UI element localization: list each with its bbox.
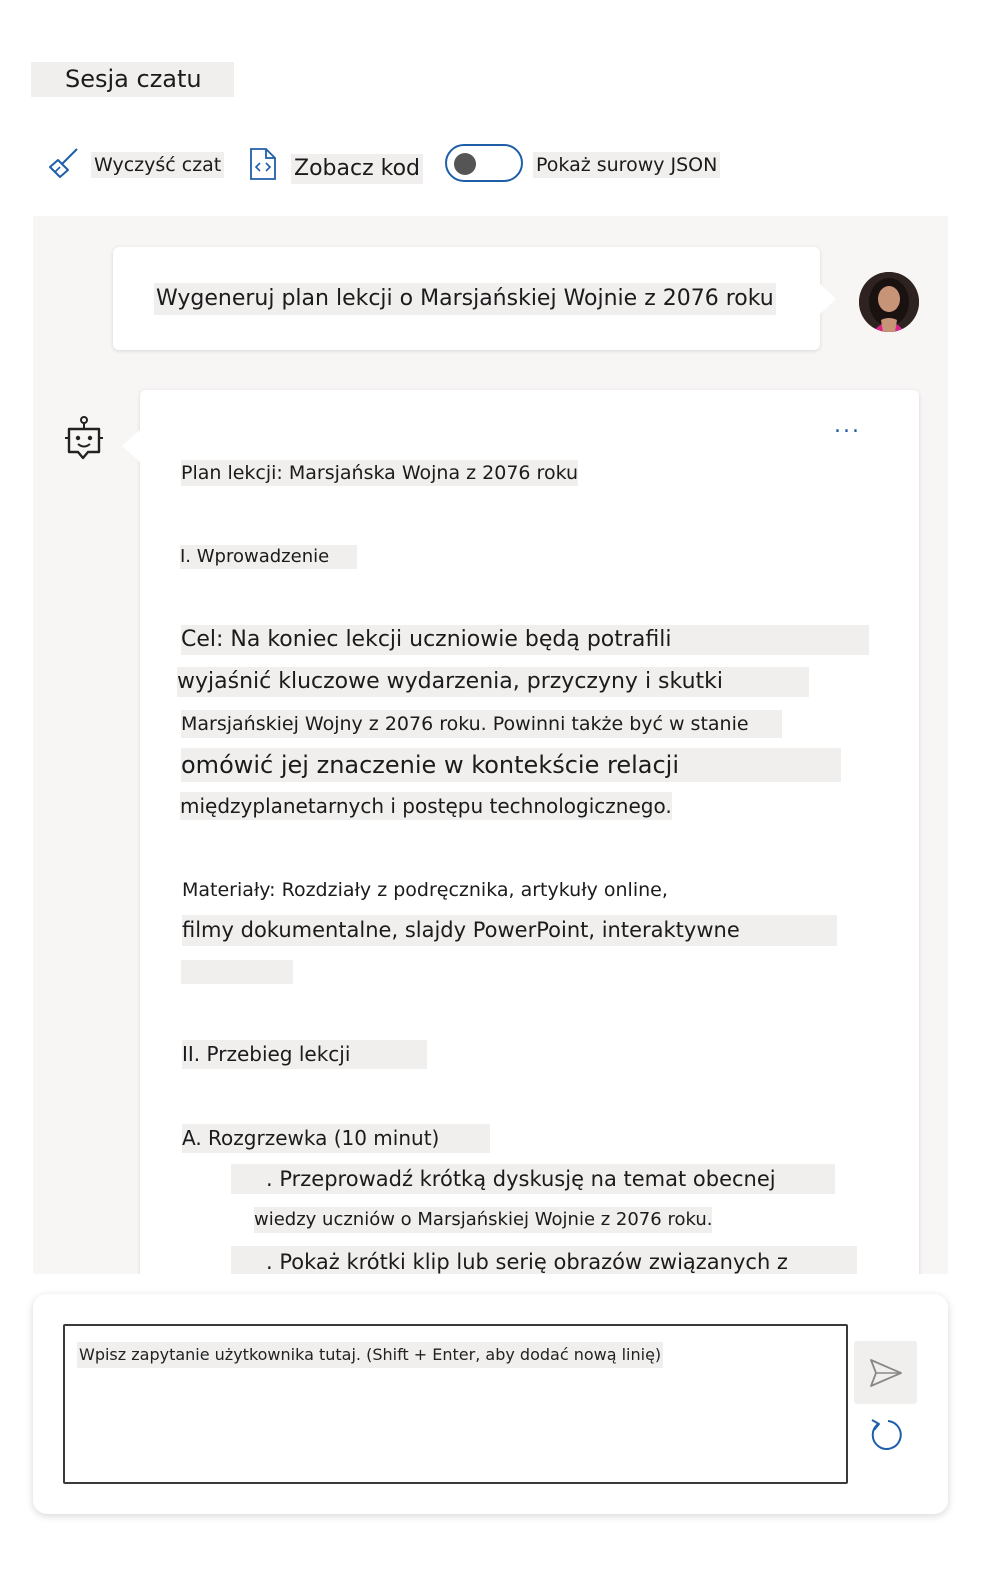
prompt-input[interactable]: Wpisz zapytanie użytkownika tutaj. (Shif… [63, 1324, 848, 1484]
text-line: wyjaśnić kluczowe wydarzenia, przyczyny … [177, 667, 809, 697]
bot-icon [61, 414, 107, 470]
text-line: filmy dokumentalne, slajdy PowerPoint, i… [182, 915, 837, 946]
toggle-knob [454, 153, 476, 175]
clear-chat-button[interactable]: Wyczyść czat [91, 152, 225, 178]
reset-button[interactable] [866, 1415, 906, 1455]
input-panel: Wpisz zapytanie użytkownika tutaj. (Shif… [33, 1294, 948, 1514]
send-icon [869, 1358, 903, 1392]
illegible-text-block [181, 960, 293, 984]
text-line: międzyplanetarnych i postępu technologic… [180, 792, 672, 820]
text-line: wiedzy uczniów o Marsjańskiej Wojnie z 2… [254, 1207, 713, 1233]
assistant-message-bubble: ... Plan lekcji: Marsjańska Wojna z 2076… [122, 390, 919, 1274]
broom-icon[interactable] [46, 146, 82, 186]
raw-json-toggle[interactable] [445, 144, 523, 182]
section-heading: II. Przebieg lekcji [182, 1040, 427, 1069]
raw-json-label: Pokaż surowy JSON [533, 152, 721, 178]
subsection-heading: A. Rozgrzewka (10 minut) [182, 1124, 490, 1153]
text-line: . Przeprowadź krótką dyskusję na temat o… [231, 1164, 835, 1194]
user-message-bubble: Wygeneruj plan lekcji o Marsjańskiej Woj… [113, 247, 836, 350]
text-line: Cel: Na koniec lekcji uczniowie będą pot… [181, 625, 869, 655]
view-code-button[interactable]: Zobacz kod [291, 154, 423, 184]
user-avatar [859, 272, 919, 332]
more-options-button[interactable]: ... [834, 415, 861, 437]
text-line: Materiały: Rozdziały z podręcznika, arty… [182, 879, 668, 901]
prompt-placeholder: Wpisz zapytanie użytkownika tutaj. (Shif… [77, 1342, 664, 1368]
text-line: . Pokaż krótki klip lub serię obrazów zw… [231, 1246, 857, 1274]
user-message-text: Wygeneruj plan lekcji o Marsjańskiej Woj… [154, 283, 776, 315]
refresh-icon [866, 1419, 906, 1459]
text-line: omówić jej znaczenie w kontekście relacj… [181, 748, 841, 782]
code-file-icon[interactable] [248, 147, 278, 185]
text-line: Marsjańskiej Wojny z 2076 roku. Powinni … [181, 710, 782, 738]
section-heading: I. Wprowadzenie [180, 545, 357, 569]
lesson-title: Plan lekcji: Marsjańska Wojna z 2076 rok… [181, 460, 579, 486]
send-button[interactable] [854, 1341, 917, 1404]
session-title: Sesja czatu [31, 62, 234, 97]
chat-area: Wygeneruj plan lekcji o Marsjańskiej Woj… [33, 216, 948, 1274]
